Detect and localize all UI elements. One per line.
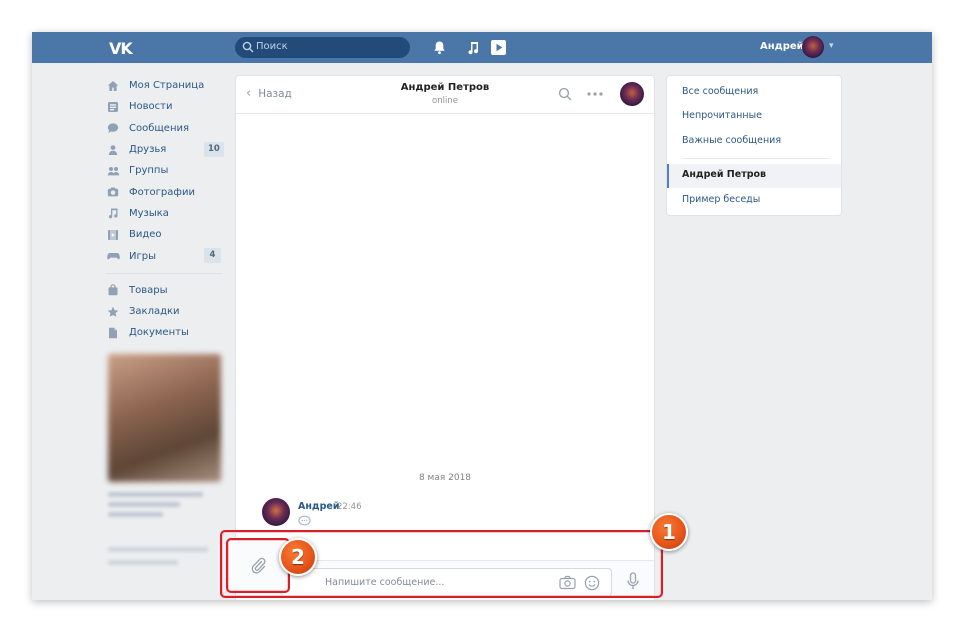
sidebar-item-goods[interactable]: Товары — [106, 280, 226, 301]
messages-filter-menu: Все сообщения Непрочитанные Важные сообщ… — [666, 75, 842, 216]
menu-item-all-messages[interactable]: Все сообщения — [682, 86, 758, 97]
notifications-bell-icon[interactable] — [431, 39, 448, 56]
search-icon — [242, 41, 254, 53]
sidebar-divider — [106, 272, 222, 274]
messages-icon — [106, 121, 120, 135]
friends-count-badge: 10 — [204, 141, 224, 157]
sidebar-item-photos[interactable]: Фотографии — [106, 181, 226, 202]
sidebar-item-my-page[interactable]: Моя Страница — [106, 75, 226, 96]
sidebar-item-label: Сообщения — [129, 122, 190, 134]
user-name[interactable]: Андрей — [760, 41, 804, 52]
menu-item-unread[interactable]: Непрочитанные — [682, 110, 762, 121]
callout-number-2: 2 — [279, 538, 317, 576]
music-note-icon[interactable] — [465, 39, 482, 56]
star-icon — [106, 305, 120, 319]
video-icon — [106, 228, 120, 242]
paperclip-icon[interactable] — [250, 556, 266, 574]
menu-item-important[interactable]: Важные сообщения — [682, 135, 781, 146]
message-time[interactable]: 22:46 — [337, 502, 362, 512]
search-placeholder: Поиск — [256, 41, 288, 52]
chat-header: ‹ Назад Андрей Петров online — [236, 76, 654, 114]
message-author-avatar[interactable] — [262, 498, 290, 526]
sidebar-item-label: Моя Страница — [129, 80, 205, 92]
blurred-ad-text — [108, 512, 163, 517]
sidebar-item-label: Группы — [129, 165, 169, 177]
sidebar-item-label: Друзья — [129, 144, 167, 156]
gamepad-icon — [106, 249, 120, 263]
blurred-ad-image[interactable] — [108, 354, 221, 482]
sidebar-item-label: Видео — [129, 229, 162, 241]
vk-logo[interactable]: VK — [109, 39, 133, 58]
blurred-footer-text — [108, 560, 178, 565]
camera-icon — [106, 185, 120, 199]
sidebar-item-documents[interactable]: Документы — [106, 322, 226, 343]
chevron-down-icon[interactable]: ▾ — [829, 41, 834, 51]
sidebar-item-groups[interactable]: Группы — [106, 160, 226, 181]
friends-icon — [106, 143, 120, 157]
sidebar-item-video[interactable]: Видео — [106, 224, 226, 245]
user-avatar[interactable] — [802, 36, 824, 58]
sidebar-item-label: Музыка — [129, 207, 169, 219]
dialog-item-example-chat[interactable]: Пример беседы — [682, 194, 760, 205]
sidebar-item-bookmarks[interactable]: Закладки — [106, 301, 226, 322]
callout-number-1: 1 — [650, 513, 688, 551]
music-icon — [106, 206, 120, 220]
top-bar: VK Поиск Андрей ▾ — [32, 32, 932, 63]
search-input[interactable]: Поиск — [235, 37, 410, 58]
sidebar-item-label: Фотографии — [129, 186, 195, 198]
chat-panel: ‹ Назад Андрей Петров online 8 мая 2018 … — [235, 75, 655, 600]
games-count-badge: 4 — [204, 248, 221, 264]
sidebar-item-news[interactable]: Новости — [106, 96, 226, 117]
sidebar-item-label: Игры — [129, 250, 156, 262]
sidebar-item-label: Новости — [129, 101, 173, 113]
menu-divider — [682, 158, 830, 159]
sidebar-item-label: Закладки — [129, 306, 180, 318]
sidebar-item-label: Товары — [129, 284, 168, 296]
message-author[interactable]: Андрей — [298, 501, 340, 512]
groups-icon — [106, 164, 120, 178]
play-icon[interactable] — [490, 39, 507, 56]
blurred-ad-text — [108, 492, 203, 497]
sidebar-item-music[interactable]: Музыка — [106, 203, 226, 224]
vk-window: VK Поиск Андрей ▾ Моя Страница Новости С… — [32, 32, 932, 600]
sidebar-item-friends[interactable]: Друзья 10 — [106, 139, 226, 160]
sidebar-item-messages[interactable]: Сообщения — [106, 118, 226, 139]
home-icon — [106, 79, 120, 93]
left-navigation: Моя Страница Новости Сообщения Друзья 10… — [106, 75, 226, 344]
blurred-footer-text — [108, 547, 208, 552]
document-icon — [106, 326, 120, 340]
dialog-item-andrey-petrov[interactable]: Андрей Петров — [682, 169, 766, 180]
blurred-ad-text — [108, 502, 180, 507]
more-options-icon[interactable] — [586, 87, 604, 101]
sidebar-item-label: Документы — [129, 327, 189, 339]
sidebar-item-games[interactable]: Игры 4 — [106, 245, 226, 266]
date-separator: 8 мая 2018 — [418, 473, 472, 483]
contact-avatar[interactable] — [620, 82, 644, 106]
bag-icon — [106, 283, 120, 297]
news-icon — [106, 100, 120, 114]
speech-bubble-icon — [298, 515, 311, 526]
search-icon[interactable] — [558, 87, 572, 101]
